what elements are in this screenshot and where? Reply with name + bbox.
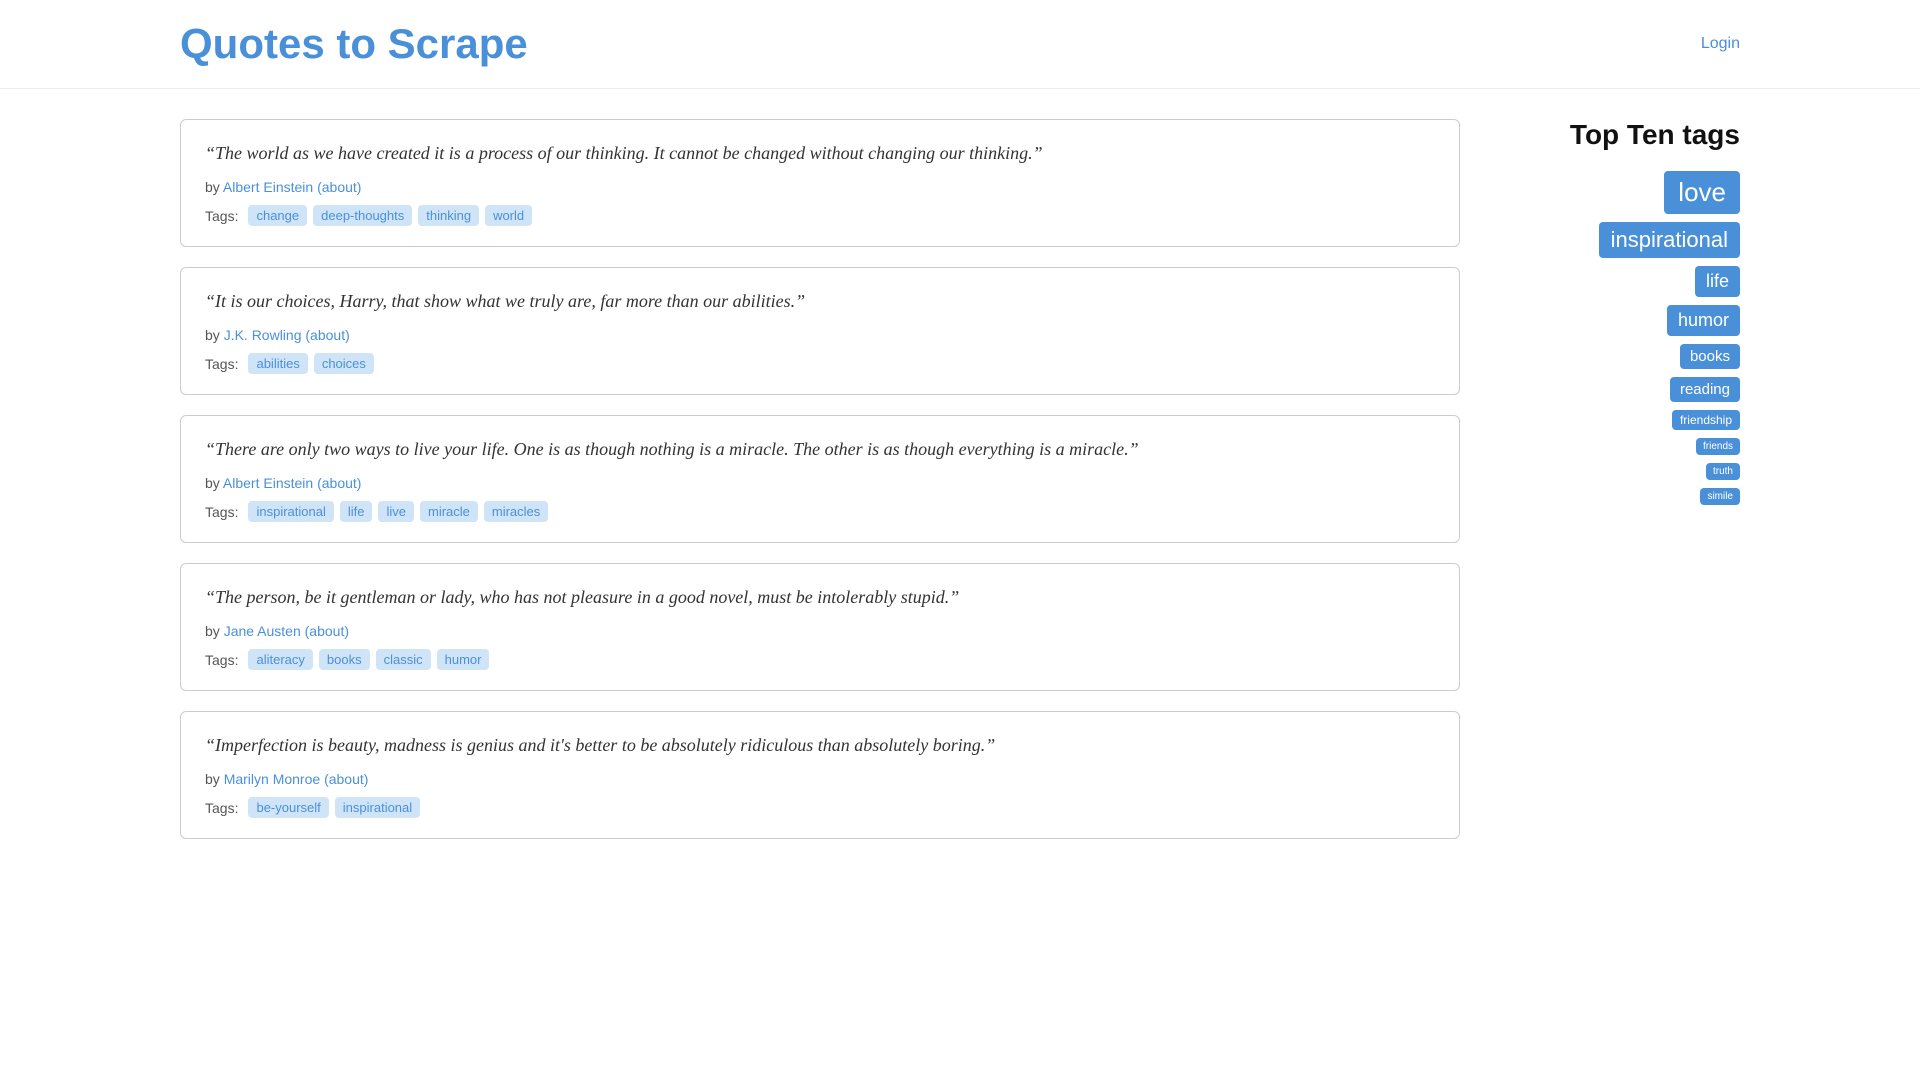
quote-card: “There are only two ways to live your li… — [180, 415, 1460, 543]
tag-badge[interactable]: live — [378, 501, 414, 522]
quote-card: “It is our choices, Harry, that show wha… — [180, 267, 1460, 395]
quote-text: “Imperfection is beauty, madness is geni… — [205, 732, 1435, 759]
tag-badge[interactable]: miracles — [484, 501, 548, 522]
tag-badge[interactable]: change — [248, 205, 307, 226]
about-link[interactable]: (about) — [305, 623, 349, 639]
tag-badge[interactable]: books — [319, 649, 370, 670]
top-tag[interactable]: truth — [1706, 463, 1740, 480]
about-link[interactable]: (about) — [317, 179, 361, 195]
about-link[interactable]: (about) — [305, 327, 349, 343]
tags-line: Tags: inspirational lifelive miracle miracle… — [205, 501, 1435, 522]
tag-badge[interactable]: deep-thoughts — [313, 205, 412, 226]
tags-label: Tags: — [205, 652, 238, 668]
about-link[interactable]: (about) — [317, 475, 361, 491]
quote-card: “Imperfection is beauty, madness is geni… — [180, 711, 1460, 839]
author-link[interactable]: Albert Einstein — [223, 179, 313, 195]
tags-label: Tags: — [205, 208, 238, 224]
quote-text: “The world as we have created it is a pr… — [205, 140, 1435, 167]
tag-badge[interactable]: choices — [314, 353, 374, 374]
sidebar: Top Ten tags love inspirational life humor b… — [1520, 119, 1740, 839]
quote-author: by J.K. Rowling (about) — [205, 327, 1435, 343]
top-tag[interactable]: love — [1664, 171, 1740, 214]
quote-card: “The world as we have created it is a pr… — [180, 119, 1460, 247]
top-tag[interactable]: books — [1680, 344, 1740, 369]
login-link[interactable]: Login — [1701, 35, 1740, 53]
quote-text: “The person, be it gentleman or lady, wh… — [205, 584, 1435, 611]
top-tag[interactable]: humor — [1667, 305, 1740, 336]
top-tag[interactable]: reading — [1670, 377, 1740, 402]
quote-author: by Jane Austen (about) — [205, 623, 1435, 639]
top-tag[interactable]: inspirational — [1599, 222, 1740, 258]
quote-text: “It is our choices, Harry, that show wha… — [205, 288, 1435, 315]
top-tag[interactable]: friendship — [1672, 410, 1740, 430]
tag-badge[interactable]: inspirational — [248, 501, 333, 522]
tag-badge[interactable]: thinking — [418, 205, 479, 226]
quotes-section: “The world as we have created it is a pr… — [180, 119, 1460, 839]
top-tags-list: love inspirational life humor books reading fr… — [1520, 171, 1740, 505]
tag-badge[interactable]: abilities — [248, 353, 307, 374]
tag-badge[interactable]: life — [340, 501, 373, 522]
tags-line: Tags: be-yourself inspirational — [205, 797, 1435, 818]
tag-badge[interactable]: world — [485, 205, 532, 226]
tag-badge[interactable]: aliteracy — [248, 649, 312, 670]
author-link[interactable]: Jane Austen — [224, 623, 301, 639]
about-link[interactable]: (about) — [324, 771, 368, 787]
tags-line: Tags: abilities choices — [205, 353, 1435, 374]
tag-badge[interactable]: classic — [376, 649, 431, 670]
tags-label: Tags: — [205, 356, 238, 372]
quote-text: “There are only two ways to live your li… — [205, 436, 1435, 463]
tag-badge[interactable]: humor — [437, 649, 490, 670]
site-title: Quotes to Scrape — [180, 20, 528, 68]
quote-author: by Albert Einstein (about) — [205, 475, 1435, 491]
quote-card: “The person, be it gentleman or lady, wh… — [180, 563, 1460, 691]
quote-author: by Albert Einstein (about) — [205, 179, 1435, 195]
tag-badge[interactable]: be-yourself — [248, 797, 328, 818]
quote-author: by Marilyn Monroe (about) — [205, 771, 1435, 787]
tags-line: Tags: aliteracy books classic humor — [205, 649, 1435, 670]
tags-label: Tags: — [205, 504, 238, 520]
author-link[interactable]: J.K. Rowling — [224, 327, 302, 343]
top-ten-tags-title: Top Ten tags — [1520, 119, 1740, 151]
author-link[interactable]: Albert Einstein — [223, 475, 313, 491]
tags-line: Tags: change deep-thoughts thinking world — [205, 205, 1435, 226]
tags-label: Tags: — [205, 800, 238, 816]
top-tag[interactable]: life — [1695, 266, 1740, 297]
top-tag[interactable]: simile — [1700, 488, 1740, 505]
author-link[interactable]: Marilyn Monroe — [224, 771, 320, 787]
top-tag[interactable]: friends — [1696, 438, 1740, 455]
tag-badge[interactable]: inspirational — [335, 797, 420, 818]
tag-badge[interactable]: miracle — [420, 501, 478, 522]
